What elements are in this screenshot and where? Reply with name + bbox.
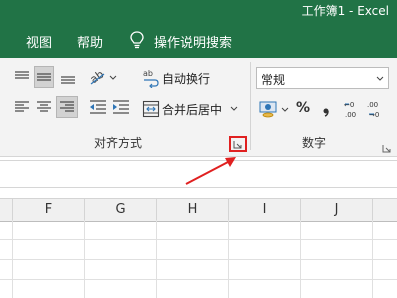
column-header-h[interactable]: H [157,199,229,221]
select-all-corner[interactable] [0,199,13,221]
column-header-row: F G H I J [0,198,397,222]
column-header-i[interactable]: I [229,199,301,221]
annotation-arrow [185,157,236,185]
column-header-k[interactable] [373,199,397,221]
column-header-j[interactable]: J [301,199,373,221]
column-header-g[interactable]: G [85,199,157,221]
column-header-f[interactable]: F [13,199,85,221]
